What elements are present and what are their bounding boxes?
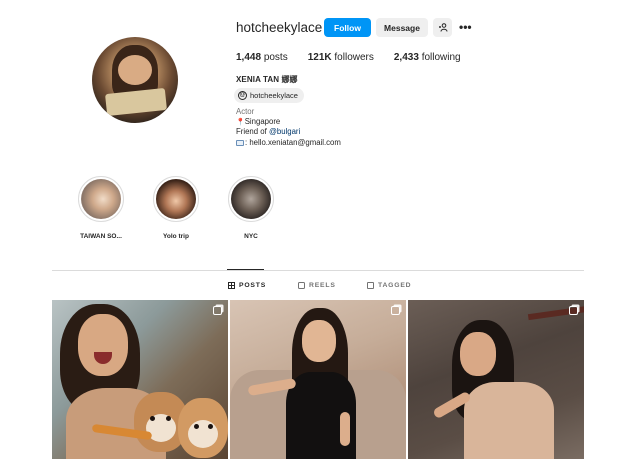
threads-handle: hotcheekylace xyxy=(250,91,298,100)
stat-posts-count: 1,448 xyxy=(236,52,262,63)
highlight-ring xyxy=(153,176,199,222)
highlight-ring xyxy=(228,176,274,222)
profile-category: Actor xyxy=(236,107,255,116)
highlight-cover xyxy=(231,179,271,219)
reels-icon xyxy=(298,282,305,289)
threads-badge[interactable]: @ hotcheekylace xyxy=(234,88,304,103)
active-tab-indicator xyxy=(227,269,264,270)
profile-avatar[interactable] xyxy=(92,37,178,123)
tagged-icon xyxy=(367,282,374,289)
post-photo-figure xyxy=(302,320,336,362)
tab-posts[interactable]: POSTS xyxy=(228,282,266,289)
post-photo-dog xyxy=(208,424,213,429)
email-icon xyxy=(236,139,244,146)
post-photo-dog xyxy=(150,416,155,421)
highlight-label: TAIWAN SO... xyxy=(80,233,122,240)
stat-followers[interactable]: 121K followers xyxy=(308,52,374,63)
bio-friend-prefix: Friend of xyxy=(236,127,269,136)
profile-full-name: XENIA TAN 娜娜 xyxy=(236,75,298,84)
stat-followers-label: followers xyxy=(334,52,374,63)
stat-following-label: following xyxy=(421,52,461,63)
more-options-icon[interactable]: ••• xyxy=(459,20,472,34)
avatar-face xyxy=(118,55,152,85)
bio-location: 📍Singapore xyxy=(236,117,280,126)
post-photo-figure xyxy=(460,332,496,376)
post-photo-dog xyxy=(194,424,199,429)
highlight-label: Yolo trip xyxy=(163,233,189,240)
tab-reels[interactable]: REELS xyxy=(298,282,336,289)
bio-friend: Friend of @bulgari xyxy=(236,127,300,136)
highlight-cover xyxy=(156,179,196,219)
add-user-icon xyxy=(438,23,447,32)
message-button[interactable]: Message xyxy=(376,18,428,37)
add-user-button[interactable] xyxy=(433,18,452,37)
stat-followers-count: 121K xyxy=(307,52,332,63)
tab-reels-label: REELS xyxy=(309,282,336,289)
post-photo-figure xyxy=(340,412,350,446)
stat-posts[interactable]: 1,448 posts xyxy=(236,52,288,63)
threads-icon: @ xyxy=(238,91,247,100)
stat-posts-label: posts xyxy=(263,52,288,63)
post-photo-dog xyxy=(166,416,171,421)
stat-following-count: 2,433 xyxy=(393,52,419,63)
post-thumbnail[interactable] xyxy=(408,300,584,459)
grid-icon xyxy=(228,282,235,289)
highlight-item[interactable]: Yolo trip xyxy=(146,176,206,240)
stat-following[interactable]: 2,433 following xyxy=(394,52,461,63)
highlight-label: NYC xyxy=(244,233,258,240)
pin-icon: 📍 xyxy=(236,119,245,126)
profile-username: hotcheekylace xyxy=(236,20,323,35)
follow-button[interactable]: Follow xyxy=(324,18,371,37)
post-thumbnail[interactable] xyxy=(230,300,406,459)
highlight-ring xyxy=(78,176,124,222)
bulgari-link[interactable]: @bulgari xyxy=(269,127,300,136)
profile-stats: 1,448 posts 121K followers 2,433 followi… xyxy=(236,52,481,63)
carousel-icon xyxy=(391,306,400,315)
tab-tagged-label: TAGGED xyxy=(378,282,412,289)
bio-email-text: : hello.xeniatan@gmail.com xyxy=(245,138,341,147)
highlight-item[interactable]: NYC xyxy=(221,176,281,240)
tab-posts-label: POSTS xyxy=(239,282,267,289)
carousel-icon xyxy=(569,306,578,315)
avatar-book xyxy=(105,87,167,117)
highlight-item[interactable]: TAIWAN SO... xyxy=(71,176,131,240)
post-photo-dog xyxy=(188,420,218,448)
post-thumbnail[interactable] xyxy=(52,300,228,459)
bio-location-text: Singapore xyxy=(244,117,281,126)
tabs-divider xyxy=(52,270,584,271)
carousel-icon xyxy=(213,306,222,315)
post-photo-figure xyxy=(78,314,128,376)
post-photo-dog xyxy=(178,398,228,458)
tab-tagged[interactable]: TAGGED xyxy=(367,282,411,289)
bio-email: : hello.xeniatan@gmail.com xyxy=(236,138,341,147)
post-photo-figure xyxy=(464,382,554,459)
highlight-cover xyxy=(81,179,121,219)
